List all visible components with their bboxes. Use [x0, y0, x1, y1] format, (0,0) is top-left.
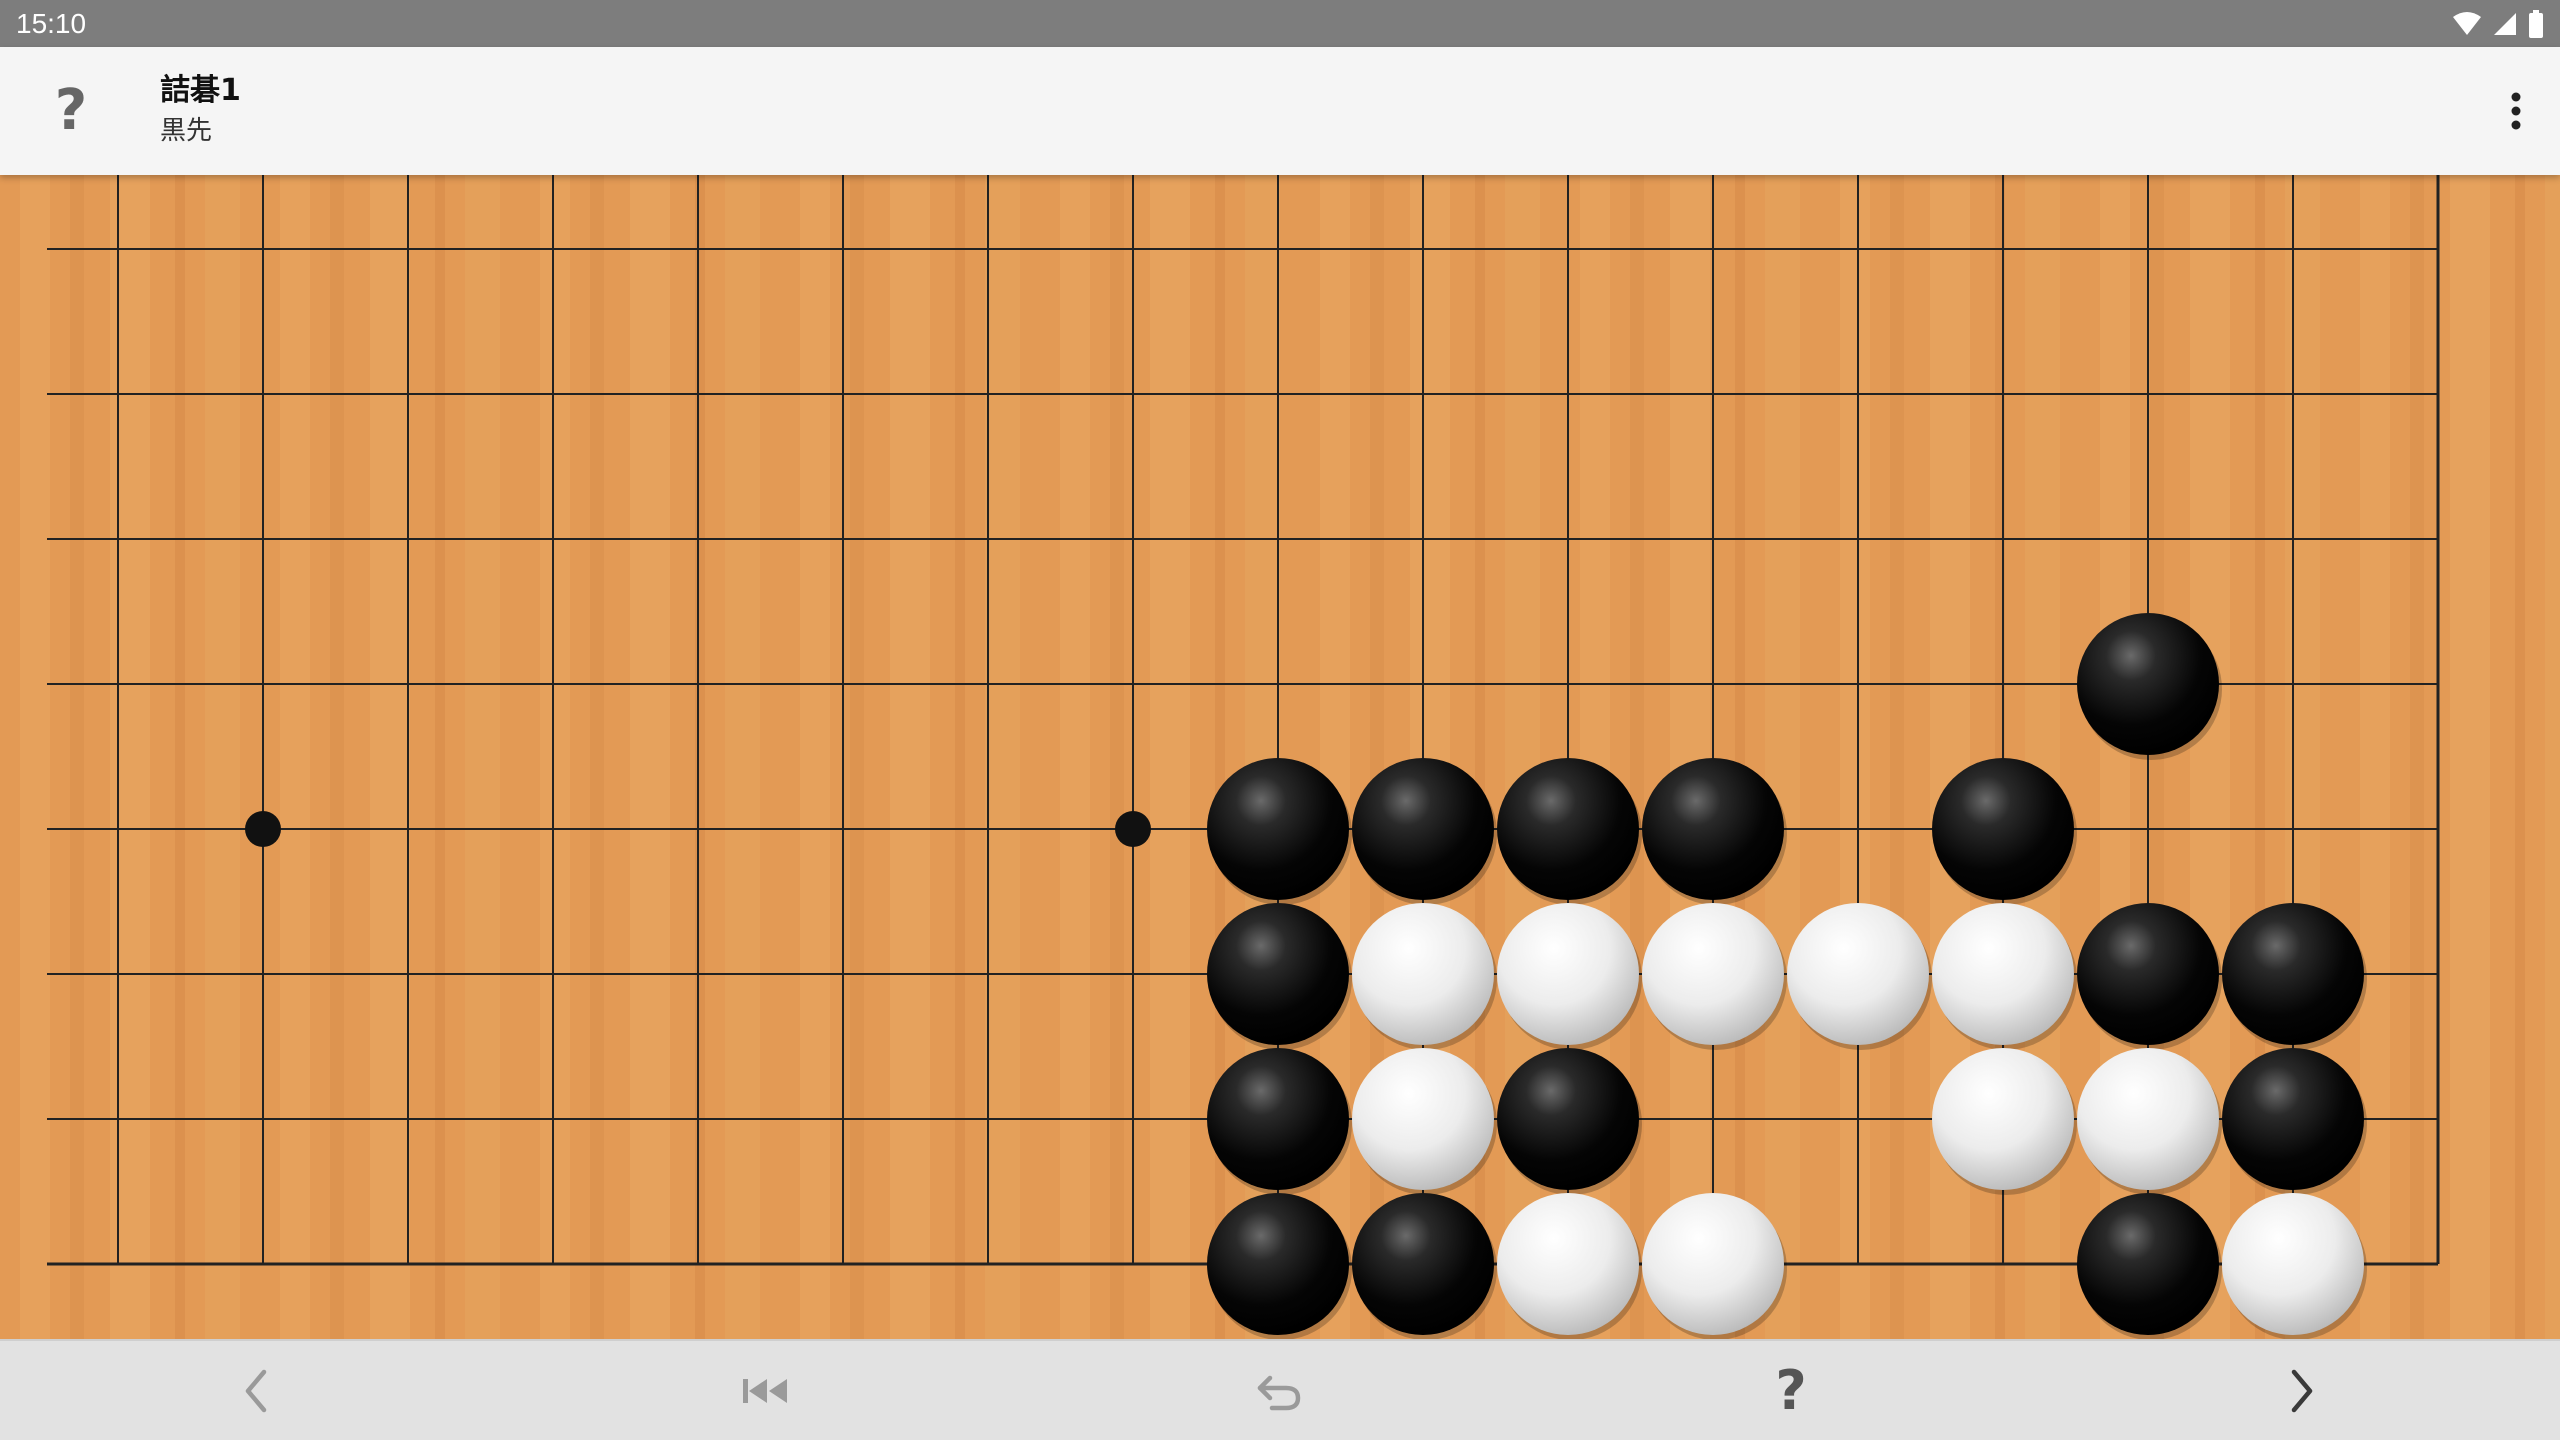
more-vert-icon[interactable]	[2486, 81, 2546, 141]
first-move-button[interactable]	[707, 1341, 827, 1440]
white-stone	[2077, 1048, 2219, 1190]
chevron-right-icon	[2291, 1369, 2313, 1412]
undo-icon	[1257, 1375, 1301, 1410]
star-point	[245, 811, 281, 847]
go-board[interactable]	[0, 175, 2560, 1339]
signal-icon	[2494, 13, 2516, 35]
white-stone	[1497, 903, 1639, 1045]
black-stone	[1352, 1193, 1494, 1335]
white-stone	[1787, 903, 1929, 1045]
next-button[interactable]	[2242, 1341, 2362, 1440]
wifi-icon	[2453, 12, 2481, 35]
black-stone	[2222, 1048, 2364, 1190]
help-icon[interactable]: ?	[46, 79, 96, 143]
page-title: 詰碁1	[160, 73, 241, 108]
black-stone	[1352, 758, 1494, 900]
battery-icon	[2529, 10, 2543, 38]
black-stone	[1932, 758, 2074, 900]
page-subtitle: 黒先	[160, 116, 213, 146]
white-stone	[1352, 903, 1494, 1045]
white-stone	[1932, 903, 2074, 1045]
status-time: 15:10	[16, 8, 87, 39]
skip-previous-icon	[743, 1378, 787, 1403]
board-canvas[interactable]	[0, 175, 2560, 1339]
black-stone	[1207, 903, 1349, 1045]
black-stone	[2077, 613, 2219, 755]
undo-button[interactable]	[1220, 1341, 1340, 1440]
white-stone	[1642, 903, 1784, 1045]
black-stone	[1207, 1193, 1349, 1335]
star-point	[1115, 811, 1151, 847]
hint-button[interactable]: ?	[1731, 1341, 1851, 1440]
status-bar: 15:10	[0, 0, 2560, 47]
white-stone	[2222, 1193, 2364, 1335]
white-stone	[1352, 1048, 1494, 1190]
status-icons	[2452, 10, 2544, 38]
black-stone	[1642, 758, 1784, 900]
white-stone	[1497, 1193, 1639, 1335]
black-stone	[1497, 1048, 1639, 1190]
black-stone	[1207, 1048, 1349, 1190]
black-stone	[1497, 758, 1639, 900]
black-stone	[2077, 1193, 2219, 1335]
black-stone	[2222, 903, 2364, 1045]
chevron-left-icon	[245, 1369, 267, 1412]
app-bar: ? 詰碁1 黒先	[0, 47, 2560, 175]
white-stone	[1932, 1048, 2074, 1190]
bottom-nav-bar: ?	[0, 1339, 2560, 1440]
black-stone	[2077, 903, 2219, 1045]
previous-button[interactable]	[196, 1341, 316, 1440]
black-stone	[1207, 758, 1349, 900]
white-stone	[1642, 1193, 1784, 1335]
